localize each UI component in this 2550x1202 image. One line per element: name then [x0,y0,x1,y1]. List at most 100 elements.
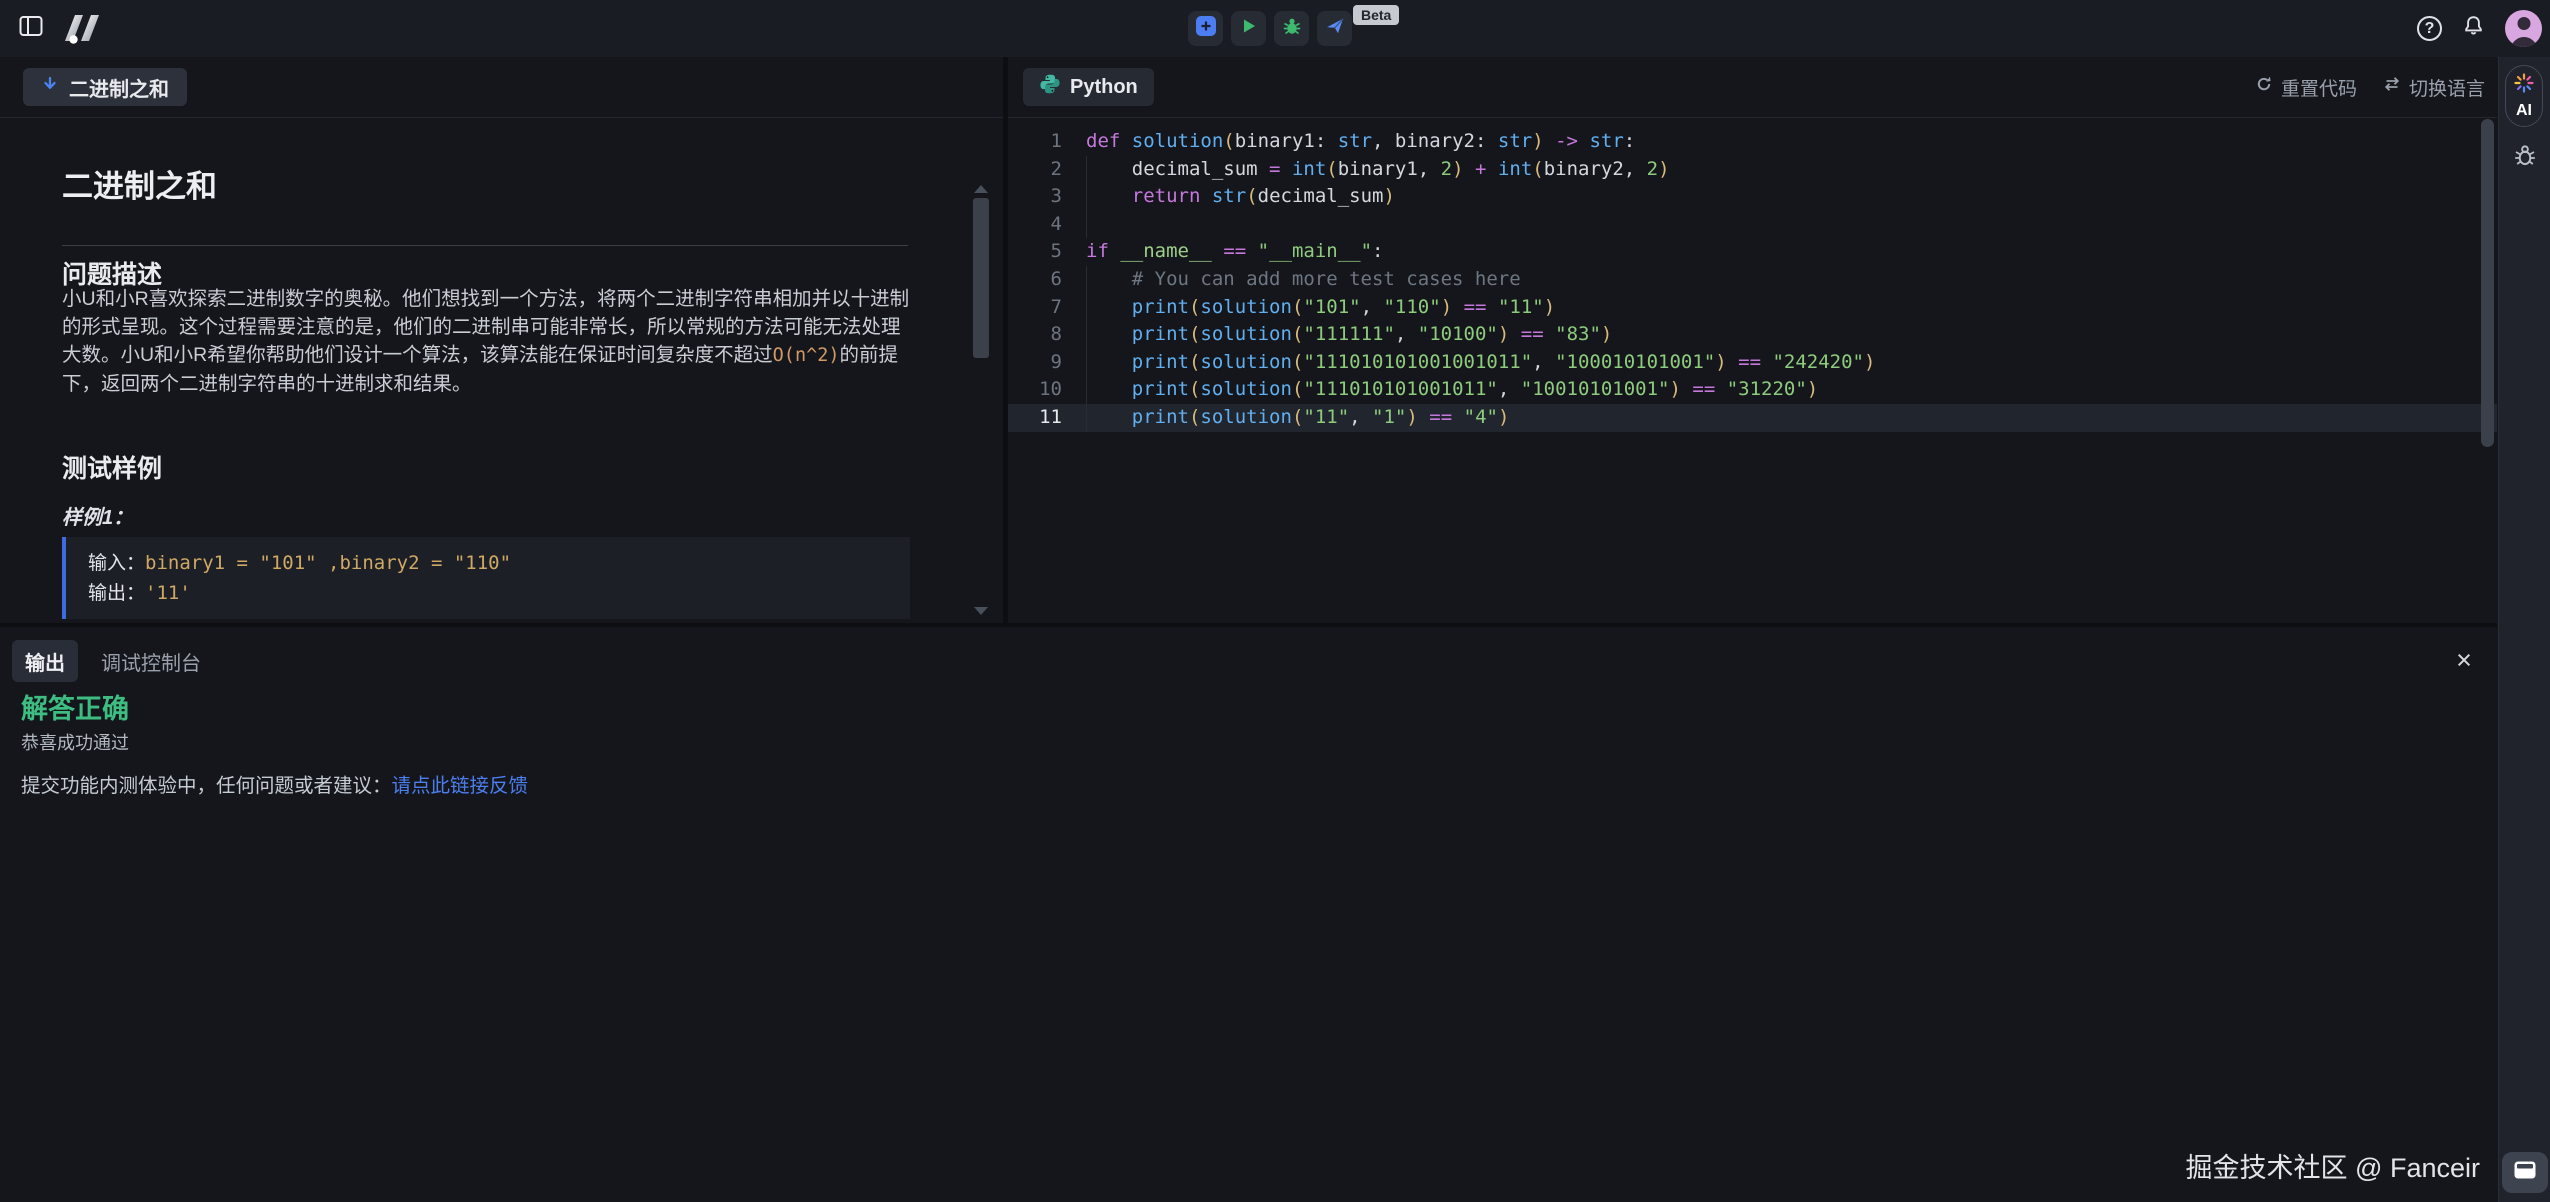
line-text: return str(decimal_sum) [1062,183,2497,211]
sidebar-toggle-icon [19,15,43,42]
language-tab-python[interactable]: Python [1023,68,1154,106]
help-icon[interactable]: ? [2417,16,2442,41]
community-watermark: 掘金技术社区 @ Fanceir [2186,1146,2480,1185]
toggle-bottom-panel-button[interactable] [2502,1152,2548,1193]
editor-scrollbar-thumb[interactable] [2481,119,2494,447]
paper-plane-icon [1325,16,1345,41]
code-line-8[interactable]: 8 print(solution("111111", "10100") == "… [1008,321,2497,349]
code-line-10[interactable]: 10 print(solution("111010101001011", "10… [1008,376,2497,404]
output-panel: 输出 调试控制台 × 解答正确 恭喜成功通过 提交功能内测体验中，任何问题或者建… [0,627,2497,1202]
app-root: Beta ? 二进制之和 二进制之和 问题描述 [0,0,2550,1202]
code-line-5[interactable]: 5if __name__ == "__main__": [1008,238,2497,266]
line-number: 5 [1008,238,1062,266]
reset-code-button[interactable]: 重置代码 [2255,74,2357,101]
tab-output-label: 输出 [25,647,65,676]
report-bug-button[interactable] [2513,143,2537,172]
result-title: 解答正确 [21,687,129,726]
example1-input-line: 输入：binary1 = "101" ,binary2 = "110" [88,548,888,578]
line-number: 10 [1008,376,1062,404]
output-code: '11' [145,582,191,604]
line-number: 2 [1008,156,1062,184]
add-icon [1196,16,1216,41]
line-number: 9 [1008,349,1062,377]
feedback-line: 提交功能内测体验中，任何问题或者建议：请点此链接反馈 [21,769,528,798]
result-subtitle: 恭喜成功通过 [21,729,129,755]
reset-code-label: 重置代码 [2281,74,2357,101]
user-avatar[interactable] [2505,10,2542,47]
swap-icon [2383,75,2401,99]
line-text: print(solution("11", "1") == "4") [1062,404,2497,432]
line-text: print(solution("111111", "10100") == "83… [1062,321,2497,349]
code-editor[interactable]: 1def solution(binary1: str, binary2: str… [1008,118,2497,623]
problem-title: 二进制之和 [62,161,217,206]
line-text [1062,211,2497,239]
scrollbar-down-arrow[interactable] [974,607,988,615]
line-number: 7 [1008,294,1062,322]
code-line-3[interactable]: 3 return str(decimal_sum) [1008,183,2497,211]
ai-sparkle-icon [2513,72,2535,99]
switch-language-button[interactable]: 切换语言 [2383,74,2485,101]
input-label: 输入： [88,552,145,574]
debug-button[interactable] [1274,11,1309,46]
code-line-1[interactable]: 1def solution(binary1: str, binary2: str… [1008,128,2497,156]
problem-pane: 二进制之和 二进制之和 问题描述 小U和小R喜欢探索二进制数字的奥秘。他们想找到… [0,57,1003,623]
line-text: def solution(binary1: str, binary2: str)… [1062,128,2497,156]
feedback-text: 提交功能内测体验中，任何问题或者建议： [21,775,392,797]
top-bar: Beta ? [0,0,2550,58]
arrow-down-icon [41,75,59,99]
line-text: # You can add more test cases here [1062,266,2497,294]
title-divider [62,245,908,246]
beta-badge: Beta [1353,5,1399,25]
editor-tab-strip: Python 重置代码 切换语言 [1008,57,2497,118]
line-text: decimal_sum = int(binary1, 2) + int(bina… [1062,156,2497,184]
line-text: if __name__ == "__main__": [1062,238,2497,266]
line-number: 4 [1008,211,1062,239]
avatar-torso [2510,37,2537,47]
code-line-6[interactable]: 6 # You can add more test cases here [1008,266,2497,294]
panel-layout-icon [2513,1160,2537,1185]
editor-actions: 重置代码 切换语言 [2255,57,2485,117]
problem-tab-label: 二进制之和 [69,73,169,102]
code-line-9[interactable]: 9 print(solution("111010101001001011", "… [1008,349,2497,377]
code-line-11[interactable]: 11 print(solution("11", "1") == "4") [1008,404,2497,432]
submit-button[interactable] [1317,11,1352,46]
play-icon [1240,17,1258,40]
close-panel-button[interactable]: × [2445,641,2483,679]
close-icon: × [2456,645,2472,676]
input-code: binary1 = "101" ,binary2 = "110" [145,552,511,574]
ai-assistant-button[interactable]: AI [2505,65,2543,127]
language-tab-label: Python [1070,76,1138,99]
description-paragraph: 小U和小R喜欢探索二进制数字的奥秘。他们想找到一个方法，将两个二进制字符串相加并… [62,285,910,398]
line-number: 1 [1008,128,1062,156]
topbar-right: ? [2417,0,2550,57]
problem-content: 二进制之和 问题描述 小U和小R喜欢探索二进制数字的奥秘。他们想找到一个方法，将… [0,117,1003,623]
right-rail: AI [2498,57,2550,1202]
sidebar-toggle-button[interactable] [18,16,44,40]
tab-debug-console[interactable]: 调试控制台 [101,640,201,682]
line-number: 3 [1008,183,1062,211]
complexity-inline-code: O(n^2) [773,345,840,366]
problem-scrollbar-thumb[interactable] [973,198,989,358]
run-button[interactable] [1231,11,1266,46]
tab-debug-console-label: 调试控制台 [101,647,201,676]
example1-output-line: 输出：'11' [88,578,888,608]
run-toolbar [1188,11,1352,46]
switch-language-label: 切换语言 [2409,74,2485,101]
example1-code-block: 输入：binary1 = "101" ,binary2 = "110" 输出：'… [62,537,910,619]
tab-output[interactable]: 输出 [12,640,78,682]
line-text: print(solution("111010101001011", "10010… [1062,376,2497,404]
example1-label: 样例1： [62,501,133,530]
code-line-7[interactable]: 7 print(solution("101", "110") == "11") [1008,294,2497,322]
line-number: 6 [1008,266,1062,294]
add-test-button[interactable] [1188,11,1223,46]
ai-button-label: AI [2516,102,2532,120]
scrollbar-up-arrow[interactable] [974,185,988,193]
code-line-2[interactable]: 2 decimal_sum = int(binary1, 2) + int(bi… [1008,156,2497,184]
feedback-link[interactable]: 请点此链接反馈 [392,775,529,797]
problem-tab[interactable]: 二进制之和 [23,68,187,106]
refresh-icon [2255,75,2273,99]
bell-icon[interactable] [2461,14,2486,43]
code-line-4[interactable]: 4 [1008,211,2497,239]
marscode-logo[interactable] [58,10,104,51]
avatar-head [2517,17,2530,30]
